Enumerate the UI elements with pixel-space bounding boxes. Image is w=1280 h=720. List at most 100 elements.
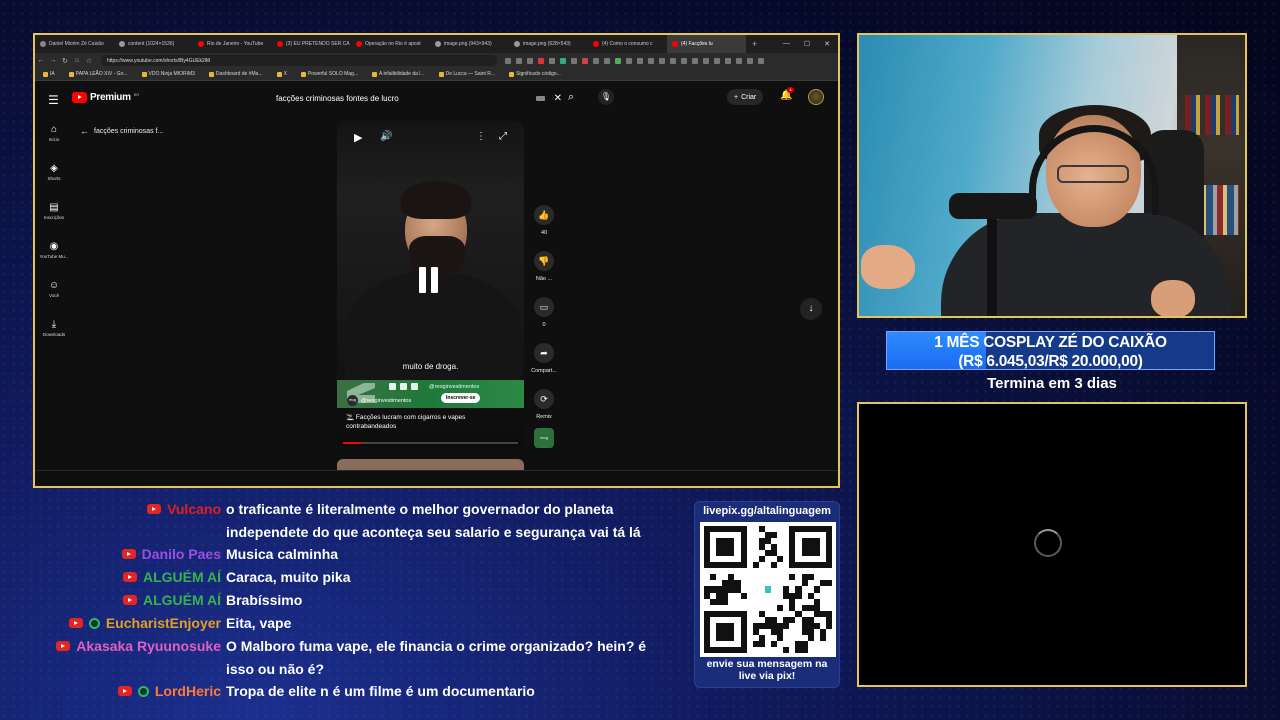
extension-icon[interactable] xyxy=(582,57,588,64)
bookmark-item[interactable]: Powerful SOLO Mag... xyxy=(300,71,358,77)
volume-icon[interactable]: 🔊 xyxy=(380,131,392,142)
sidebar-item-in-cio[interactable]: ⌂ Início xyxy=(35,124,73,142)
chat-text: O Malboro fuma vape, ele financia o crim… xyxy=(226,638,647,677)
browser-tab[interactable]: (3) EU PRETENDO SER CA xyxy=(272,35,351,53)
bookmark-star-icon[interactable]: ☆ xyxy=(83,57,95,65)
forward-nav-icon[interactable]: → xyxy=(47,57,59,64)
shorts-video-player[interactable]: ▶ 🔊 ⋮ ⤢ muito de droga. @reoginvestiment… xyxy=(337,121,524,447)
extension-icon[interactable] xyxy=(626,57,632,64)
url-field[interactable]: https://www.youtube.com/shorts/lBy4GUEk2… xyxy=(101,55,497,66)
reload-icon[interactable]: ↻ xyxy=(59,57,71,65)
pause-icon[interactable] xyxy=(419,267,438,293)
extension-icon[interactable] xyxy=(659,57,665,64)
fullscreen-icon[interactable]: ⤢ xyxy=(499,131,507,142)
video-title[interactable]: 🚬 Facções lucram com cigarros e vapes co… xyxy=(346,413,506,431)
next-short-preview[interactable] xyxy=(337,459,524,470)
video-progress-bar[interactable] xyxy=(343,442,518,444)
youtube-logo[interactable]: Premium BR xyxy=(72,92,139,103)
extension-icon[interactable] xyxy=(593,57,599,64)
extension-icon[interactable] xyxy=(516,57,522,64)
browser-tab[interactable]: Daniel Miorim Zé Caixão xyxy=(35,35,114,53)
clear-search-icon[interactable]: ✕ xyxy=(554,93,562,104)
video-progress-fill xyxy=(343,442,361,444)
extension-icon[interactable] xyxy=(615,57,621,64)
browser-tab[interactable]: (4) Como o consumo c xyxy=(588,35,667,53)
extension-icon[interactable] xyxy=(505,57,511,64)
extension-icon[interactable] xyxy=(736,57,742,64)
bookmark-item[interactable]: PAPA LEÃO XIV - Go... xyxy=(68,71,128,77)
browser-tab[interactable]: content (1024×1536) xyxy=(114,35,193,53)
dislike-button[interactable]: 👎 Não ... xyxy=(527,251,561,282)
comment-button[interactable]: ▭ 0 xyxy=(527,297,561,328)
sidebar-item-shorts[interactable]: ◈ Shorts xyxy=(35,163,73,181)
home-icon: ⌂ xyxy=(50,124,58,135)
more-options-icon[interactable]: ⋮ xyxy=(476,131,486,142)
home-nav-icon[interactable]: ⌂ xyxy=(71,57,83,64)
action-label: Remix xyxy=(536,414,552,420)
bookmark-item[interactable]: Dashboard de #Ma... xyxy=(208,71,263,77)
microphone-icon[interactable]: 🎙 xyxy=(598,89,614,105)
minimize-icon[interactable]: — xyxy=(783,40,790,48)
extension-icon[interactable] xyxy=(725,57,731,64)
browser-tab[interactable]: Operação no Rio é apost xyxy=(351,35,430,53)
extension-icon[interactable] xyxy=(692,57,698,64)
extension-icon[interactable] xyxy=(648,57,654,64)
bookmark-item[interactable]: IA xyxy=(43,71,55,77)
extension-icon[interactable] xyxy=(549,57,555,64)
play-icon[interactable]: ▶ xyxy=(354,131,362,144)
extension-icon[interactable] xyxy=(758,57,764,64)
sidebar-item-downloads[interactable]: ⤓ Downloads xyxy=(35,319,73,337)
sidebar-item-inscri-es[interactable]: ▤ Inscrições xyxy=(35,202,73,220)
tab-favicon-icon xyxy=(119,41,125,47)
next-video-arrow-icon[interactable]: ↓ xyxy=(800,298,822,320)
search-input[interactable]: facções criminosas fontes de lucro ✕ xyxy=(276,88,562,108)
browser-tab[interactable]: (4) Facções lu xyxy=(667,35,746,53)
extension-icon[interactable] xyxy=(714,57,720,64)
keyboard-icon[interactable] xyxy=(536,95,545,101)
bookmark-item[interactable]: Significado código... xyxy=(509,71,561,77)
menu-icon[interactable]: ☰ xyxy=(48,93,59,107)
extension-icon[interactable] xyxy=(670,57,676,64)
back-button[interactable]: ← facções criminosas f... xyxy=(80,126,163,136)
extension-icon[interactable] xyxy=(571,57,577,64)
bookmark-item[interactable]: A infalibilidade da l... xyxy=(372,71,425,77)
extension-icon[interactable] xyxy=(747,57,753,64)
search-icon[interactable]: ⌕ xyxy=(568,91,574,104)
extension-icon[interactable] xyxy=(604,57,610,64)
secondary-video-panel xyxy=(857,402,1247,687)
sidebar-item-youtube-mu-[interactable]: ◉ YouTube Mu... xyxy=(35,241,73,259)
bookmark-icon xyxy=(276,71,282,77)
channel-thumbnail-icon[interactable]: reog xyxy=(534,428,554,448)
extension-icon[interactable] xyxy=(637,57,643,64)
browser-tab[interactable]: Rio de Janeiro - YouTube xyxy=(193,35,272,53)
bookmark-item[interactable]: De Lucca — Saint R... xyxy=(438,71,495,77)
chat-username: EucharistEnjoyer xyxy=(105,615,221,631)
remix-button[interactable]: ⟳ Remix xyxy=(527,389,561,420)
browser-tab[interactable]: image.png (943×943) xyxy=(430,35,509,53)
new-tab-button[interactable]: + xyxy=(746,39,763,49)
like-button[interactable]: 👍 40 xyxy=(527,205,561,236)
account-avatar[interactable] xyxy=(808,89,824,105)
extension-icon[interactable] xyxy=(527,57,533,64)
bookmark-item[interactable]: X xyxy=(276,71,287,77)
channel-link[interactable]: reog @reoginvestimentos xyxy=(347,395,411,406)
back-nav-icon[interactable]: ← xyxy=(35,57,47,64)
back-arrow-icon: ← xyxy=(80,126,89,136)
extension-icon[interactable] xyxy=(538,57,544,64)
sidebar-item-voc-[interactable]: ☺ Você xyxy=(35,280,73,298)
browser-tab[interactable]: image.png (628×543) xyxy=(509,35,588,53)
chat-author: LordHeric xyxy=(117,680,221,703)
extension-icon[interactable] xyxy=(681,57,687,64)
tab-label: image.png (628×543) xyxy=(523,41,571,47)
subscribe-button[interactable]: Inscrever-se xyxy=(441,393,481,403)
maximize-icon[interactable]: ☐ xyxy=(804,40,810,48)
tab-label: Rio de Janeiro - YouTube xyxy=(207,41,264,47)
share-button[interactable]: ➦ Compart... xyxy=(527,343,561,374)
bookmark-item[interactable]: VDO.Ninja MIORIM3 xyxy=(141,71,195,77)
close-window-icon[interactable]: ✕ xyxy=(824,40,830,48)
bookmark-label: X xyxy=(283,71,287,77)
tab-list: Daniel Miorim Zé Caixão content (1024×153… xyxy=(35,35,746,53)
extension-icon[interactable] xyxy=(560,57,566,64)
create-button[interactable]: + Criar xyxy=(727,89,764,105)
extension-icon[interactable] xyxy=(703,57,709,64)
